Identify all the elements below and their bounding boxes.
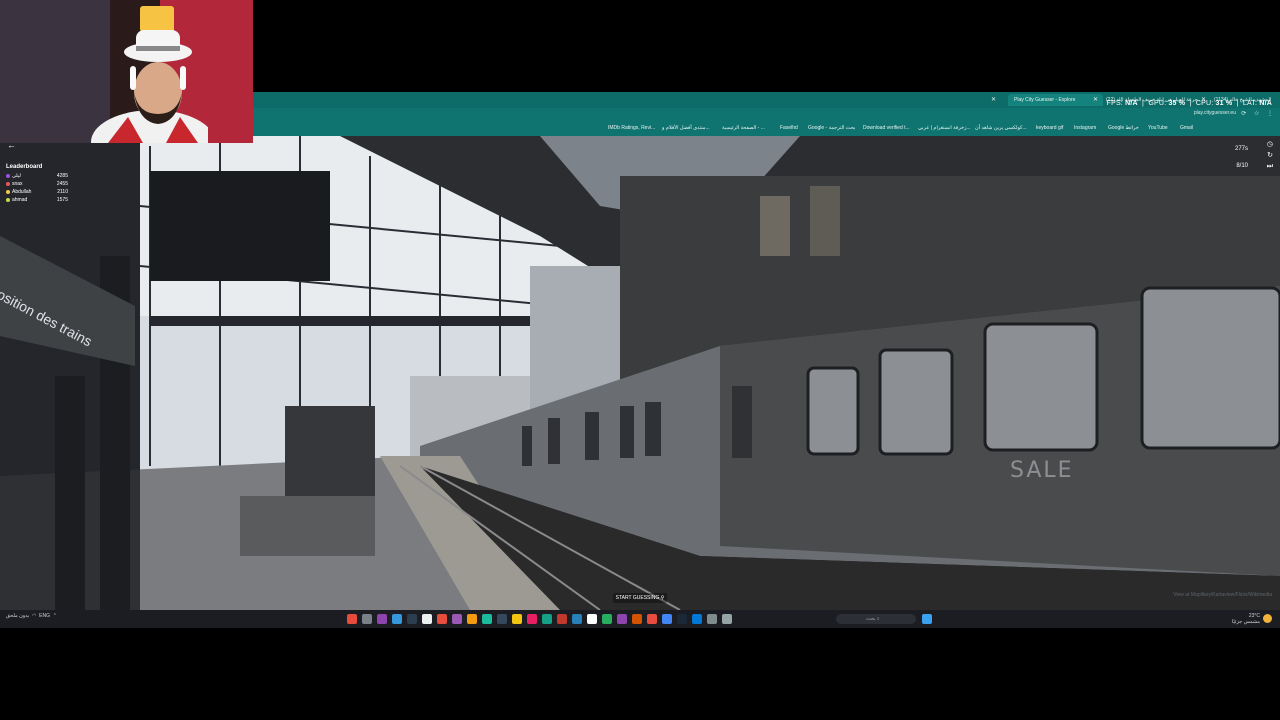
cpu-label: CPU: bbox=[1195, 100, 1214, 107]
app-icon[interactable] bbox=[647, 614, 657, 624]
chevron-up-icon[interactable]: ⌃ bbox=[53, 613, 57, 619]
weather-text: مشمس جزئيًا bbox=[1231, 619, 1260, 625]
bookmark-instagram-fonts[interactable]: زخرفة انستغرام | عربي... bbox=[918, 125, 971, 131]
player-badge-icon bbox=[6, 174, 10, 178]
round-counter: 8/10 bbox=[1236, 163, 1248, 169]
bookmark-faselhd[interactable]: Faselhd bbox=[780, 125, 798, 131]
webcam-overlay bbox=[0, 0, 253, 143]
bookmark-gmail[interactable]: Gmail bbox=[1180, 125, 1193, 131]
tab-cityguesser[interactable]: Play City Guesser - Explore bbox=[1008, 94, 1103, 106]
app-icon[interactable] bbox=[467, 614, 477, 624]
player-score: 2110 bbox=[57, 189, 68, 195]
gpu-value: 35 % bbox=[1168, 100, 1186, 107]
bookmark-home[interactable]: الصفحة الرئيسية - ... bbox=[722, 125, 765, 131]
url-text[interactable]: play.cityguesser.eu bbox=[1194, 110, 1236, 116]
lat-value: N/A bbox=[1259, 100, 1272, 107]
streamer-image bbox=[91, 30, 208, 143]
app-icon[interactable] bbox=[722, 614, 732, 624]
leaderboard-row: Abdullah 2110 bbox=[6, 188, 70, 196]
clock-icon: ◷ bbox=[1266, 141, 1273, 148]
address-bar[interactable]: play.cityguesser.eu ⟳ ☆ ⋮ bbox=[253, 108, 1280, 122]
close-icon[interactable]: ✕ bbox=[991, 94, 996, 106]
app-icon[interactable] bbox=[392, 614, 402, 624]
performance-stats: FPS: N/A | GPU: 35 % | CPU: 31 % | LAT: … bbox=[1106, 100, 1272, 107]
taskbar-search-box[interactable]: بحث ⌕ bbox=[836, 614, 916, 624]
player-badge-icon bbox=[6, 190, 10, 194]
app-icon[interactable] bbox=[602, 614, 612, 624]
fps-value: N/A bbox=[1125, 100, 1138, 107]
fps-label: FPS: bbox=[1106, 100, 1123, 107]
cpu-value: 31 % bbox=[1215, 100, 1233, 107]
taskbar-tray-left: بدون ملحق ◠ ENG ⌃ bbox=[6, 613, 57, 619]
tray-text: بدون ملحق bbox=[6, 613, 30, 619]
app-icon[interactable] bbox=[437, 614, 447, 624]
bookmark-google-translate[interactable]: Google - بحث الترجمة bbox=[808, 125, 855, 131]
windows-taskbar: بدون ملحق ◠ ENG ⌃ بحث ⌕ 23°C مشمس جزئيًا bbox=[0, 610, 1280, 628]
app-icon[interactable] bbox=[542, 614, 552, 624]
leaderboard-title: Leaderboard bbox=[6, 164, 43, 170]
app-icon[interactable] bbox=[347, 614, 357, 624]
sun-icon bbox=[1263, 614, 1272, 623]
leaderboard-row: snax 2455 bbox=[6, 180, 70, 188]
app-icon[interactable] bbox=[452, 614, 462, 624]
player-name: snax bbox=[12, 181, 23, 187]
gpu-label: GPU: bbox=[1148, 100, 1167, 107]
app-icon[interactable] bbox=[557, 614, 567, 624]
folder-icon[interactable] bbox=[512, 614, 522, 624]
lat-label: LAT: bbox=[1242, 100, 1258, 107]
app-icon[interactable] bbox=[527, 614, 537, 624]
round-timer: 277s bbox=[1234, 146, 1248, 152]
app-icon[interactable] bbox=[707, 614, 717, 624]
player-name: Abdullah bbox=[12, 189, 32, 195]
close-icon[interactable]: ✕ bbox=[1093, 94, 1098, 106]
leaderboard-panel: Leaderboard ليلى 4285 snax 2455 Abdullah… bbox=[6, 164, 70, 204]
app-icon[interactable] bbox=[482, 614, 492, 624]
bookmark-imdb[interactable]: IMDb Ratings, Revi... bbox=[608, 125, 655, 131]
bookmark-series[interactable]: كولكسي يرين شاهد أن... bbox=[975, 125, 1027, 131]
search-placeholder: بحث bbox=[866, 616, 876, 622]
map-pin-icon: ⚲ bbox=[660, 595, 665, 601]
settings-gear-icon[interactable] bbox=[362, 614, 372, 624]
app-icon[interactable] bbox=[377, 614, 387, 624]
bookmark-google-maps[interactable]: Google خرائط bbox=[1108, 125, 1139, 131]
browser-nav-icons[interactable]: ⟳ ☆ ⋮ bbox=[1241, 110, 1276, 117]
taskbar-app-icons bbox=[347, 614, 732, 624]
app-icon[interactable] bbox=[632, 614, 642, 624]
taskbar-weather[interactable]: 23°C مشمس جزئيًا bbox=[1232, 613, 1260, 625]
player-name: ليلى bbox=[12, 173, 21, 179]
player-badge-icon bbox=[6, 198, 10, 202]
language-indicator[interactable]: ENG bbox=[39, 613, 50, 619]
app-icon[interactable] bbox=[497, 614, 507, 624]
windows-start-icon[interactable] bbox=[922, 614, 932, 624]
graffiti-text: SALE bbox=[1010, 458, 1074, 483]
app-icon[interactable] bbox=[617, 614, 627, 624]
leaderboard-row: ليلى 4285 bbox=[6, 172, 70, 180]
player-badge-icon bbox=[6, 182, 10, 186]
skip-icon[interactable]: ⏭ bbox=[1267, 163, 1273, 171]
app-icon[interactable] bbox=[422, 614, 432, 624]
bookmark-instagram[interactable]: Instagram bbox=[1074, 125, 1096, 131]
refresh-icon[interactable]: ↻ bbox=[1267, 151, 1273, 159]
bookmark-youtube[interactable]: YouTube bbox=[1148, 125, 1168, 131]
street-view-panorama[interactable]: osition des trains SALE bbox=[0, 136, 1280, 610]
search-icon: ⌕ bbox=[876, 616, 880, 622]
steam-icon[interactable] bbox=[677, 614, 687, 624]
bookmark-download[interactable]: Download verified t... bbox=[863, 125, 910, 131]
start-guessing-label: START GUESSING bbox=[615, 595, 660, 601]
app-icon[interactable] bbox=[407, 614, 417, 624]
edge-icon[interactable] bbox=[692, 614, 702, 624]
wifi-icon[interactable]: ◠ bbox=[32, 613, 36, 619]
leaderboard-row: ahmad 1575 bbox=[6, 196, 70, 204]
app-icon[interactable] bbox=[587, 614, 597, 624]
chrome-icon[interactable] bbox=[662, 614, 672, 624]
player-name: ahmad bbox=[12, 197, 28, 203]
player-score: 1575 bbox=[56, 197, 68, 203]
app-icon[interactable] bbox=[572, 614, 582, 624]
player-score: 2455 bbox=[56, 181, 68, 187]
start-guessing-button[interactable]: START GUESSING ⚲ bbox=[613, 593, 667, 603]
player-score: 4285 bbox=[56, 173, 68, 179]
bookmark-keyboard-gif[interactable]: keyboard gif bbox=[1036, 125, 1063, 131]
bookmark-movies-forum[interactable]: منتدى أفضل الأفلام و... bbox=[662, 125, 710, 131]
image-attribution: View at Mapillary/Kartaview/Flickr/Wikim… bbox=[1173, 592, 1272, 598]
